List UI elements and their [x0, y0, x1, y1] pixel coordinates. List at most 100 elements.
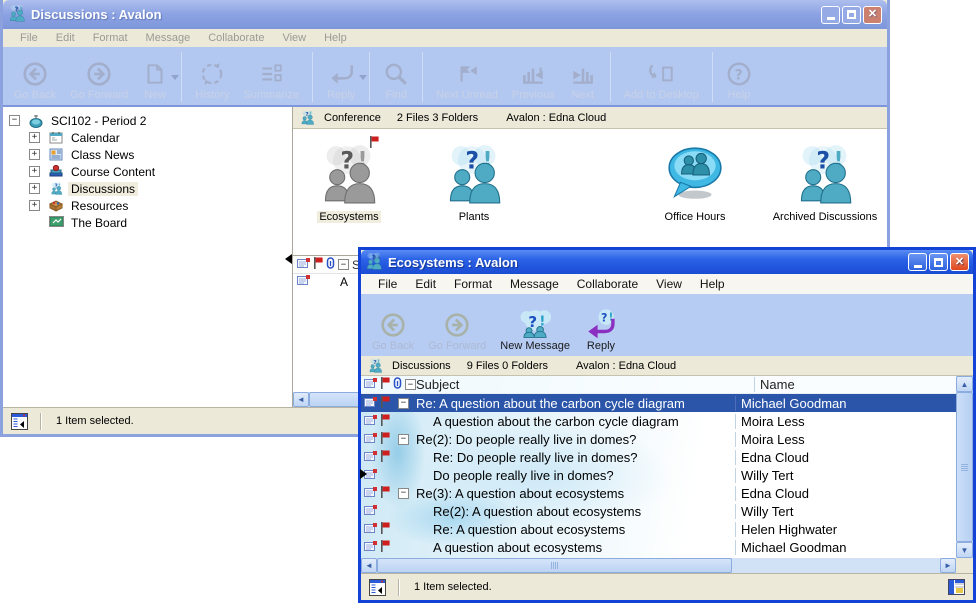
new-message-button[interactable]: ?!New Message [493, 297, 577, 355]
menu-bar: FileEditFormatMessageCollaborateViewHelp [3, 29, 887, 47]
message-row[interactable]: Re: Do people really live in domes? Edna… [361, 448, 956, 466]
toolbar-button-label: New [144, 89, 166, 101]
menu-view[interactable]: View [273, 30, 315, 46]
scrollbar-thumb[interactable] [956, 392, 973, 542]
reply-button[interactable]: ?!Reply [577, 297, 625, 355]
conference-ecosystems[interactable]: ? ! Ecosystems [284, 137, 414, 223]
conference-office-hours[interactable]: Office Hours [630, 137, 760, 223]
menu-file[interactable]: File [369, 275, 406, 293]
previous-button[interactable]: Previous [505, 50, 562, 104]
minimize-button[interactable] [908, 253, 927, 271]
menu-collaborate[interactable]: Collaborate [568, 275, 647, 293]
expand-icon[interactable]: + [29, 166, 40, 177]
tree-item-calendar[interactable]: + Calendar [3, 129, 292, 146]
go-forward-icon [444, 312, 470, 338]
reply-button[interactable]: Reply [319, 50, 363, 104]
message-row[interactable]: A question about ecosystems Michael Good… [361, 538, 956, 556]
collapse-all-icon[interactable]: − [405, 379, 416, 390]
speech-bubble-icon [663, 137, 727, 211]
scroll-left-button[interactable]: ◄ [361, 558, 377, 573]
history-button[interactable]: History [188, 50, 236, 104]
vertical-scrollbar[interactable]: ▲ ▼ [956, 376, 973, 558]
dropdown-arrow-icon[interactable] [359, 75, 367, 80]
collapse-icon[interactable]: − [398, 488, 409, 499]
message-row[interactable]: A question about the carbon cycle diagra… [361, 412, 956, 430]
subject-column-header[interactable]: Subject [416, 377, 754, 392]
menu-format[interactable]: Format [84, 30, 137, 46]
message-row[interactable]: Re: A question about ecosystems Helen Hi… [361, 520, 956, 538]
message-name: Edna Cloud [735, 486, 956, 501]
menu-help[interactable]: Help [691, 275, 734, 293]
scrollbar-thumb[interactable] [377, 558, 732, 573]
minimize-button[interactable] [821, 6, 840, 24]
find-button[interactable]: Find [376, 50, 416, 104]
conference-plants[interactable]: ? ! Plants [409, 137, 539, 223]
close-button[interactable]: ✕ [950, 253, 969, 271]
column-header-row[interactable]: − Subject Name [361, 376, 956, 394]
title-bar[interactable]: ? ! Ecosystems : Avalon ✕ [361, 250, 973, 274]
pane-split-marker[interactable] [360, 469, 367, 479]
summarize-button[interactable]: Summarize [237, 50, 307, 104]
collapse-all-icon[interactable]: − [338, 259, 349, 270]
menu-edit[interactable]: Edit [47, 30, 84, 46]
menu-help[interactable]: Help [315, 30, 356, 46]
add-to-desktop-button[interactable]: Add to Desktop [617, 50, 706, 104]
menu-message[interactable]: Message [137, 30, 200, 46]
panel-toggle-icon[interactable] [11, 413, 28, 430]
horizontal-scrollbar[interactable]: ◄ ► [361, 558, 956, 573]
maximize-button[interactable] [929, 253, 948, 271]
menu-message[interactable]: Message [501, 275, 568, 293]
menu-view[interactable]: View [647, 275, 691, 293]
expand-icon[interactable]: + [29, 132, 40, 143]
dropdown-arrow-icon[interactable] [171, 75, 179, 80]
close-button[interactable]: ✕ [863, 6, 882, 24]
scroll-up-button[interactable]: ▲ [956, 376, 973, 392]
board-icon [48, 216, 64, 230]
tree-item-course-content[interactable]: + Course Content [3, 163, 292, 180]
scroll-down-button[interactable]: ▼ [956, 542, 973, 558]
expand-icon[interactable]: + [29, 200, 40, 211]
tree-root-sci102[interactable]: − SCI102 - Period 2 [3, 112, 292, 129]
tree-item-resources[interactable]: + Resources [3, 197, 292, 214]
message-row[interactable]: − Re(2): Do people really live in domes?… [361, 430, 956, 448]
expand-icon[interactable]: + [29, 183, 40, 194]
view-grid-icon[interactable] [948, 579, 965, 595]
discussions-label: Discussions [392, 360, 451, 372]
message-row[interactable]: − Re(3): A question about ecosystems Edn… [361, 484, 956, 502]
tree-item-discussions[interactable]: + ? ! Discussions [3, 180, 292, 197]
menu-format[interactable]: Format [445, 275, 501, 293]
new-button[interactable]: New [135, 50, 175, 104]
scroll-right-button[interactable]: ► [940, 558, 956, 573]
next-button[interactable]: Next [562, 50, 604, 104]
pane-split-marker[interactable] [285, 254, 292, 264]
collapse-icon[interactable]: − [398, 434, 409, 445]
expand-icon[interactable]: + [29, 149, 40, 160]
name-column-header[interactable]: Name [754, 377, 956, 392]
menu-file[interactable]: File [11, 30, 47, 46]
menu-edit[interactable]: Edit [406, 275, 445, 293]
help-button[interactable]: ?Help [719, 50, 759, 104]
toolbar-button-label: Find [385, 89, 406, 101]
conference-archived-discussions[interactable]: ? ! Archived Discussions [760, 137, 890, 223]
go-forward-button[interactable]: Go Forward [421, 297, 493, 355]
tree-item-the-board[interactable]: The Board [3, 214, 292, 231]
message-row[interactable]: Re(2): A question about ecosystems Willy… [361, 502, 956, 520]
collapse-icon[interactable]: − [9, 115, 20, 126]
collapse-icon[interactable]: − [398, 398, 409, 409]
go-back-button[interactable]: Go Back [7, 50, 63, 104]
message-subject: A question about ecosystems [409, 540, 735, 555]
message-name: Moira Less [735, 432, 956, 447]
message-subject: Re(2): A question about ecosystems [409, 504, 735, 519]
title-bar[interactable]: ? ! Discussions : Avalon ✕ [3, 0, 887, 29]
next-unread-button[interactable]: Next Unread [429, 50, 505, 104]
tree-item-class-news[interactable]: + Class News [3, 146, 292, 163]
scroll-left-button[interactable]: ◄ [293, 392, 309, 407]
flag-icon [313, 257, 323, 272]
maximize-button[interactable] [842, 6, 861, 24]
message-row[interactable]: Do people really live in domes? Willy Te… [361, 466, 956, 484]
go-forward-button[interactable]: Go Forward [63, 50, 135, 104]
panel-toggle-icon[interactable] [369, 579, 386, 596]
go-back-button[interactable]: Go Back [365, 297, 421, 355]
message-row[interactable]: − Re: A question about the carbon cycle … [361, 394, 956, 412]
menu-collaborate[interactable]: Collaborate [199, 30, 273, 46]
